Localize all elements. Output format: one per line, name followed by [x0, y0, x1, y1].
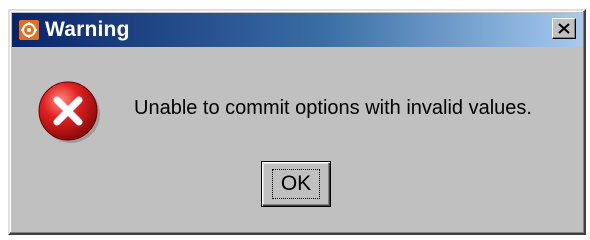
- error-icon: [36, 79, 102, 145]
- close-button[interactable]: [552, 18, 576, 39]
- close-icon: [558, 23, 570, 34]
- warning-dialog: Warning Unable to commit options with in…: [8, 9, 586, 235]
- window-title: Warning: [45, 18, 130, 41]
- error-message: Unable to commit options with invalid va…: [134, 97, 532, 119]
- ok-button[interactable]: OK: [261, 161, 331, 207]
- ok-button-label: OK: [271, 169, 321, 199]
- title-bar[interactable]: Warning: [12, 13, 582, 47]
- java-cup-icon: [18, 19, 40, 41]
